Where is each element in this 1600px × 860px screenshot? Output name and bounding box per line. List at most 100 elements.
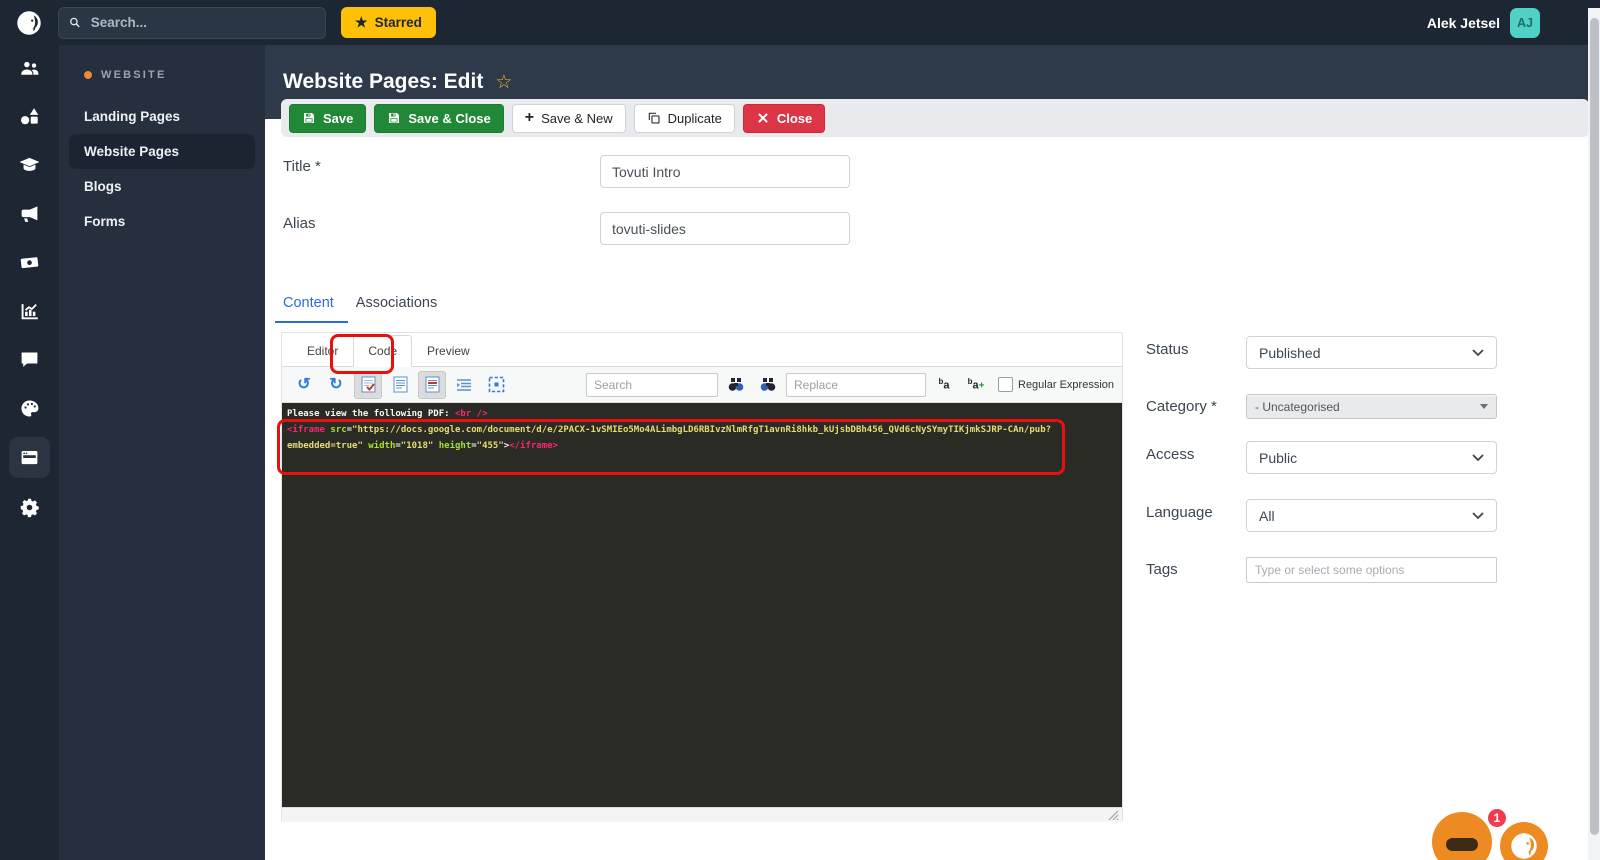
document-lines-icon: [425, 376, 439, 393]
megaphone-icon: [21, 206, 38, 222]
replace-button[interactable]: ba: [930, 371, 958, 399]
language-select[interactable]: All: [1246, 499, 1497, 532]
dropdown-arrow-icon: [1480, 404, 1488, 409]
replace-all-button[interactable]: ba+: [962, 371, 990, 399]
codemirror-toolbar: ↺ ↻ Search Replace ba ba+ Regular Expres…: [282, 367, 1122, 403]
comment-icon: [21, 352, 38, 367]
rail-item-marketing[interactable]: [9, 193, 50, 234]
validate-button[interactable]: [354, 370, 382, 399]
document-icon: [393, 376, 407, 393]
rail-item-design[interactable]: [9, 388, 50, 429]
fullscreen-icon: [488, 376, 504, 393]
save-close-button[interactable]: Save & Close: [374, 103, 504, 133]
rail-item-reports[interactable]: [9, 291, 50, 332]
save-icon: [304, 113, 314, 123]
alias-field[interactable]: [600, 212, 850, 245]
replace-icon: ba: [938, 376, 950, 392]
notification-badge[interactable]: 1: [1486, 807, 1508, 829]
nav-rail: [0, 45, 59, 860]
sidebar-item-website-pages[interactable]: Website Pages: [69, 134, 255, 169]
chevron-down-icon: [1472, 348, 1484, 356]
code-line: Please view the following PDF: <br />: [287, 409, 488, 419]
chevron-down-icon: [1472, 511, 1484, 519]
close-button[interactable]: Close: [742, 103, 826, 133]
avatar[interactable]: AJ: [1510, 7, 1540, 38]
graduation-cap-icon: [19, 157, 40, 171]
rail-item-shapes[interactable]: [9, 96, 50, 137]
rail-item-users[interactable]: [9, 48, 50, 89]
favorite-star-icon[interactable]: ☆: [495, 71, 512, 94]
indent-icon: [457, 378, 471, 391]
tab-code[interactable]: Code: [353, 335, 413, 367]
fullscreen-button[interactable]: [482, 371, 510, 399]
search-input[interactable]: [88, 14, 315, 31]
find-next-button[interactable]: [722, 371, 750, 399]
rail-item-education[interactable]: [9, 144, 50, 185]
action-toolbar: Save Save & Close + Save & New Duplicate…: [281, 99, 1589, 137]
chevron-down-icon: [1472, 453, 1484, 461]
tab-editor[interactable]: Editor: [292, 335, 353, 367]
starred-label: Starred: [374, 15, 422, 30]
scrollbar-thumb[interactable]: [1589, 18, 1599, 835]
category-select[interactable]: - Uncategorised: [1246, 394, 1497, 419]
redo-button[interactable]: ↻: [322, 371, 350, 399]
sidebar-section-label: WEBSITE: [101, 69, 167, 81]
main-content: Website Pages: Edit ☆ Save Save & Close …: [265, 45, 1600, 860]
sidebar-item-forms[interactable]: Forms: [69, 204, 255, 239]
highlight-line-button[interactable]: [418, 370, 446, 399]
window-icon: [21, 450, 38, 465]
money-icon: [20, 257, 39, 269]
rail-item-billing[interactable]: [9, 242, 50, 283]
indent-button[interactable]: [450, 371, 478, 399]
resize-grip-icon[interactable]: [1108, 810, 1119, 820]
replace-input[interactable]: [786, 372, 926, 397]
tags-label: Tags: [1146, 561, 1178, 578]
sidebar: WEBSITE Landing Pages Website Pages Blog…: [59, 45, 265, 860]
app-window: ★ Starred Alek Jetsel AJ: [0, 0, 1600, 860]
search-icon: [70, 17, 80, 28]
binoculars-icon: [760, 378, 776, 391]
binoculars-icon: [728, 378, 744, 391]
sidebar-item-blogs[interactable]: Blogs: [69, 169, 255, 204]
rail-item-messages[interactable]: [9, 339, 50, 380]
close-x-icon: [758, 113, 768, 123]
brand-logo-icon[interactable]: [14, 8, 44, 38]
rail-item-settings[interactable]: [9, 487, 50, 528]
tab-associations[interactable]: Associations: [348, 287, 451, 323]
access-select[interactable]: Public: [1246, 441, 1497, 474]
sidebar-item-landing-pages[interactable]: Landing Pages: [69, 99, 255, 134]
language-label: Language: [1146, 504, 1213, 521]
format-button[interactable]: [386, 371, 414, 399]
section-dot-icon: [84, 71, 92, 79]
scrollbar-track[interactable]: [1588, 8, 1600, 860]
find-prev-button[interactable]: [754, 371, 782, 399]
undo-button[interactable]: ↺: [290, 371, 318, 399]
page-title: Website Pages: Edit: [283, 70, 484, 93]
title-label: Title *: [283, 158, 321, 175]
save-icon: [389, 113, 400, 123]
palette-icon: [21, 400, 39, 417]
rail-item-website[interactable]: [9, 437, 50, 478]
tags-input[interactable]: [1246, 557, 1497, 583]
title-field[interactable]: [600, 155, 850, 188]
duplicate-icon: [648, 112, 660, 124]
regex-label: Regular Expression: [1018, 378, 1114, 391]
save-button[interactable]: Save: [289, 103, 367, 133]
editor-footer: [282, 807, 1122, 822]
save-new-button[interactable]: + Save & New: [511, 103, 626, 133]
plus-icon: +: [524, 109, 535, 126]
editor-mode-tabs: Editor Code Preview: [282, 333, 1122, 374]
status-select[interactable]: Published: [1246, 336, 1497, 369]
find-input[interactable]: [586, 372, 718, 397]
status-label: Status: [1146, 341, 1189, 358]
regex-option: Regular Expression: [998, 377, 1114, 392]
users-icon: [21, 61, 39, 75]
starred-button[interactable]: ★ Starred: [341, 7, 436, 38]
shapes-icon: [21, 108, 39, 125]
code-area[interactable]: Please view the following PDF: <br /> <i…: [282, 403, 1122, 807]
regex-checkbox[interactable]: [998, 377, 1013, 392]
gear-icon: [20, 498, 39, 518]
tab-content[interactable]: Content: [275, 287, 348, 323]
duplicate-button[interactable]: Duplicate: [633, 103, 735, 133]
tab-preview[interactable]: Preview: [412, 335, 485, 367]
